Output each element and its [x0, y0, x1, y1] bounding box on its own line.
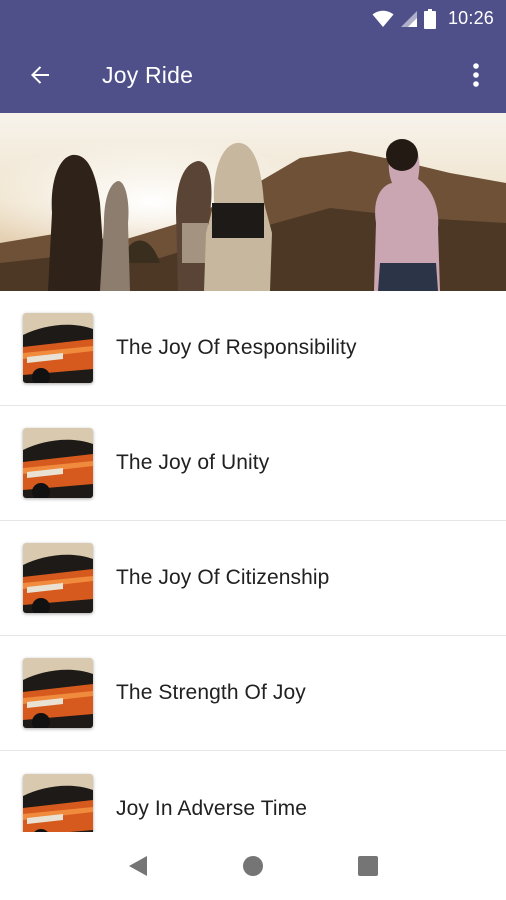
- car-icon: [23, 313, 93, 383]
- episode-title: The Strength Of Joy: [116, 681, 306, 704]
- list-item[interactable]: The Joy of Unity: [0, 406, 506, 521]
- cell-signal-icon: [400, 10, 417, 27]
- episode-thumbnail: [23, 543, 93, 613]
- car-icon: [23, 658, 93, 728]
- nav-home-button[interactable]: [233, 846, 273, 886]
- more-vert-icon: [473, 63, 479, 87]
- banner-image: [0, 113, 506, 291]
- episode-title: The Joy of Unity: [116, 451, 270, 474]
- arrow-left-icon: [31, 66, 49, 84]
- battery-icon: [423, 8, 436, 29]
- list-item[interactable]: The Strength Of Joy: [0, 636, 506, 751]
- nav-back-button[interactable]: [118, 846, 158, 886]
- list-item[interactable]: The Joy Of Responsibility: [0, 291, 506, 406]
- episode-title: The Joy Of Responsibility: [116, 336, 357, 359]
- car-icon: [23, 543, 93, 613]
- episode-list: The Joy Of Responsibility The Joy of Uni…: [0, 291, 506, 866]
- nav-recents-button[interactable]: [348, 846, 388, 886]
- page-title: Joy Ride: [102, 61, 194, 88]
- car-icon: [23, 428, 93, 498]
- episode-thumbnail: [23, 313, 93, 383]
- back-button[interactable]: [0, 37, 80, 113]
- recents-square-icon: [358, 856, 379, 876]
- episode-title: The Joy Of Citizenship: [116, 566, 330, 589]
- overflow-menu-button[interactable]: [446, 37, 506, 113]
- wifi-icon: [372, 10, 394, 27]
- episode-thumbnail: [23, 428, 93, 498]
- clock: 10:26: [447, 8, 494, 28]
- back-triangle-icon: [128, 856, 147, 876]
- hero-banner: [0, 113, 506, 291]
- app-bar: Joy Ride: [0, 37, 506, 113]
- system-nav-bar: [0, 832, 506, 900]
- episode-thumbnail: [23, 658, 93, 728]
- episode-title: Joy In Adverse Time: [116, 796, 307, 820]
- status-bar: 10:26: [0, 0, 506, 37]
- home-circle-icon: [242, 856, 263, 876]
- list-item[interactable]: The Joy Of Citizenship: [0, 521, 506, 636]
